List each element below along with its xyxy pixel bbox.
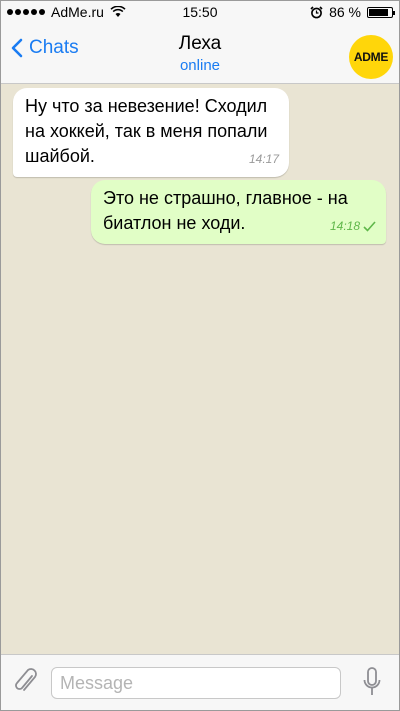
message-input[interactable]	[51, 667, 341, 699]
contact-status: online	[179, 57, 221, 74]
message-text: Это не страшно, главное - на биатлон не …	[103, 188, 348, 233]
alarm-icon	[310, 5, 323, 18]
status-right: 86 %	[310, 4, 395, 20]
paperclip-icon	[15, 668, 37, 691]
contact-name[interactable]: Леха	[1, 33, 399, 55]
microphone-button[interactable]	[363, 667, 381, 702]
message-text: Ну что за невезение! Сходил на хоккей, т…	[25, 96, 268, 166]
message-time-wrap: 14:18	[330, 214, 376, 239]
message-incoming[interactable]: Ну что за невезение! Сходил на хоккей, т…	[13, 88, 289, 177]
avatar[interactable]: ADME	[349, 35, 393, 79]
message-time: 14:17	[248, 152, 279, 166]
read-check-icon	[363, 221, 376, 232]
battery-percent: 86 %	[329, 4, 361, 20]
status-bar: AdMe.ru 15:50 86 %	[1, 1, 399, 23]
battery-icon	[367, 6, 395, 18]
message-outgoing[interactable]: Это не страшно, главное - на биатлон не …	[91, 180, 386, 244]
microphone-icon	[363, 667, 381, 695]
attach-button[interactable]	[13, 667, 39, 702]
message-time: 14:18	[329, 219, 360, 233]
phone-screen: AdMe.ru 15:50 86 % Chats Леха online ADM…	[0, 0, 400, 711]
battery-fill	[369, 8, 388, 16]
composer-bar	[1, 654, 399, 710]
chat-header: Chats Леха online ADME	[1, 23, 399, 84]
message-list[interactable]: Ну что за невезение! Сходил на хоккей, т…	[1, 84, 399, 654]
